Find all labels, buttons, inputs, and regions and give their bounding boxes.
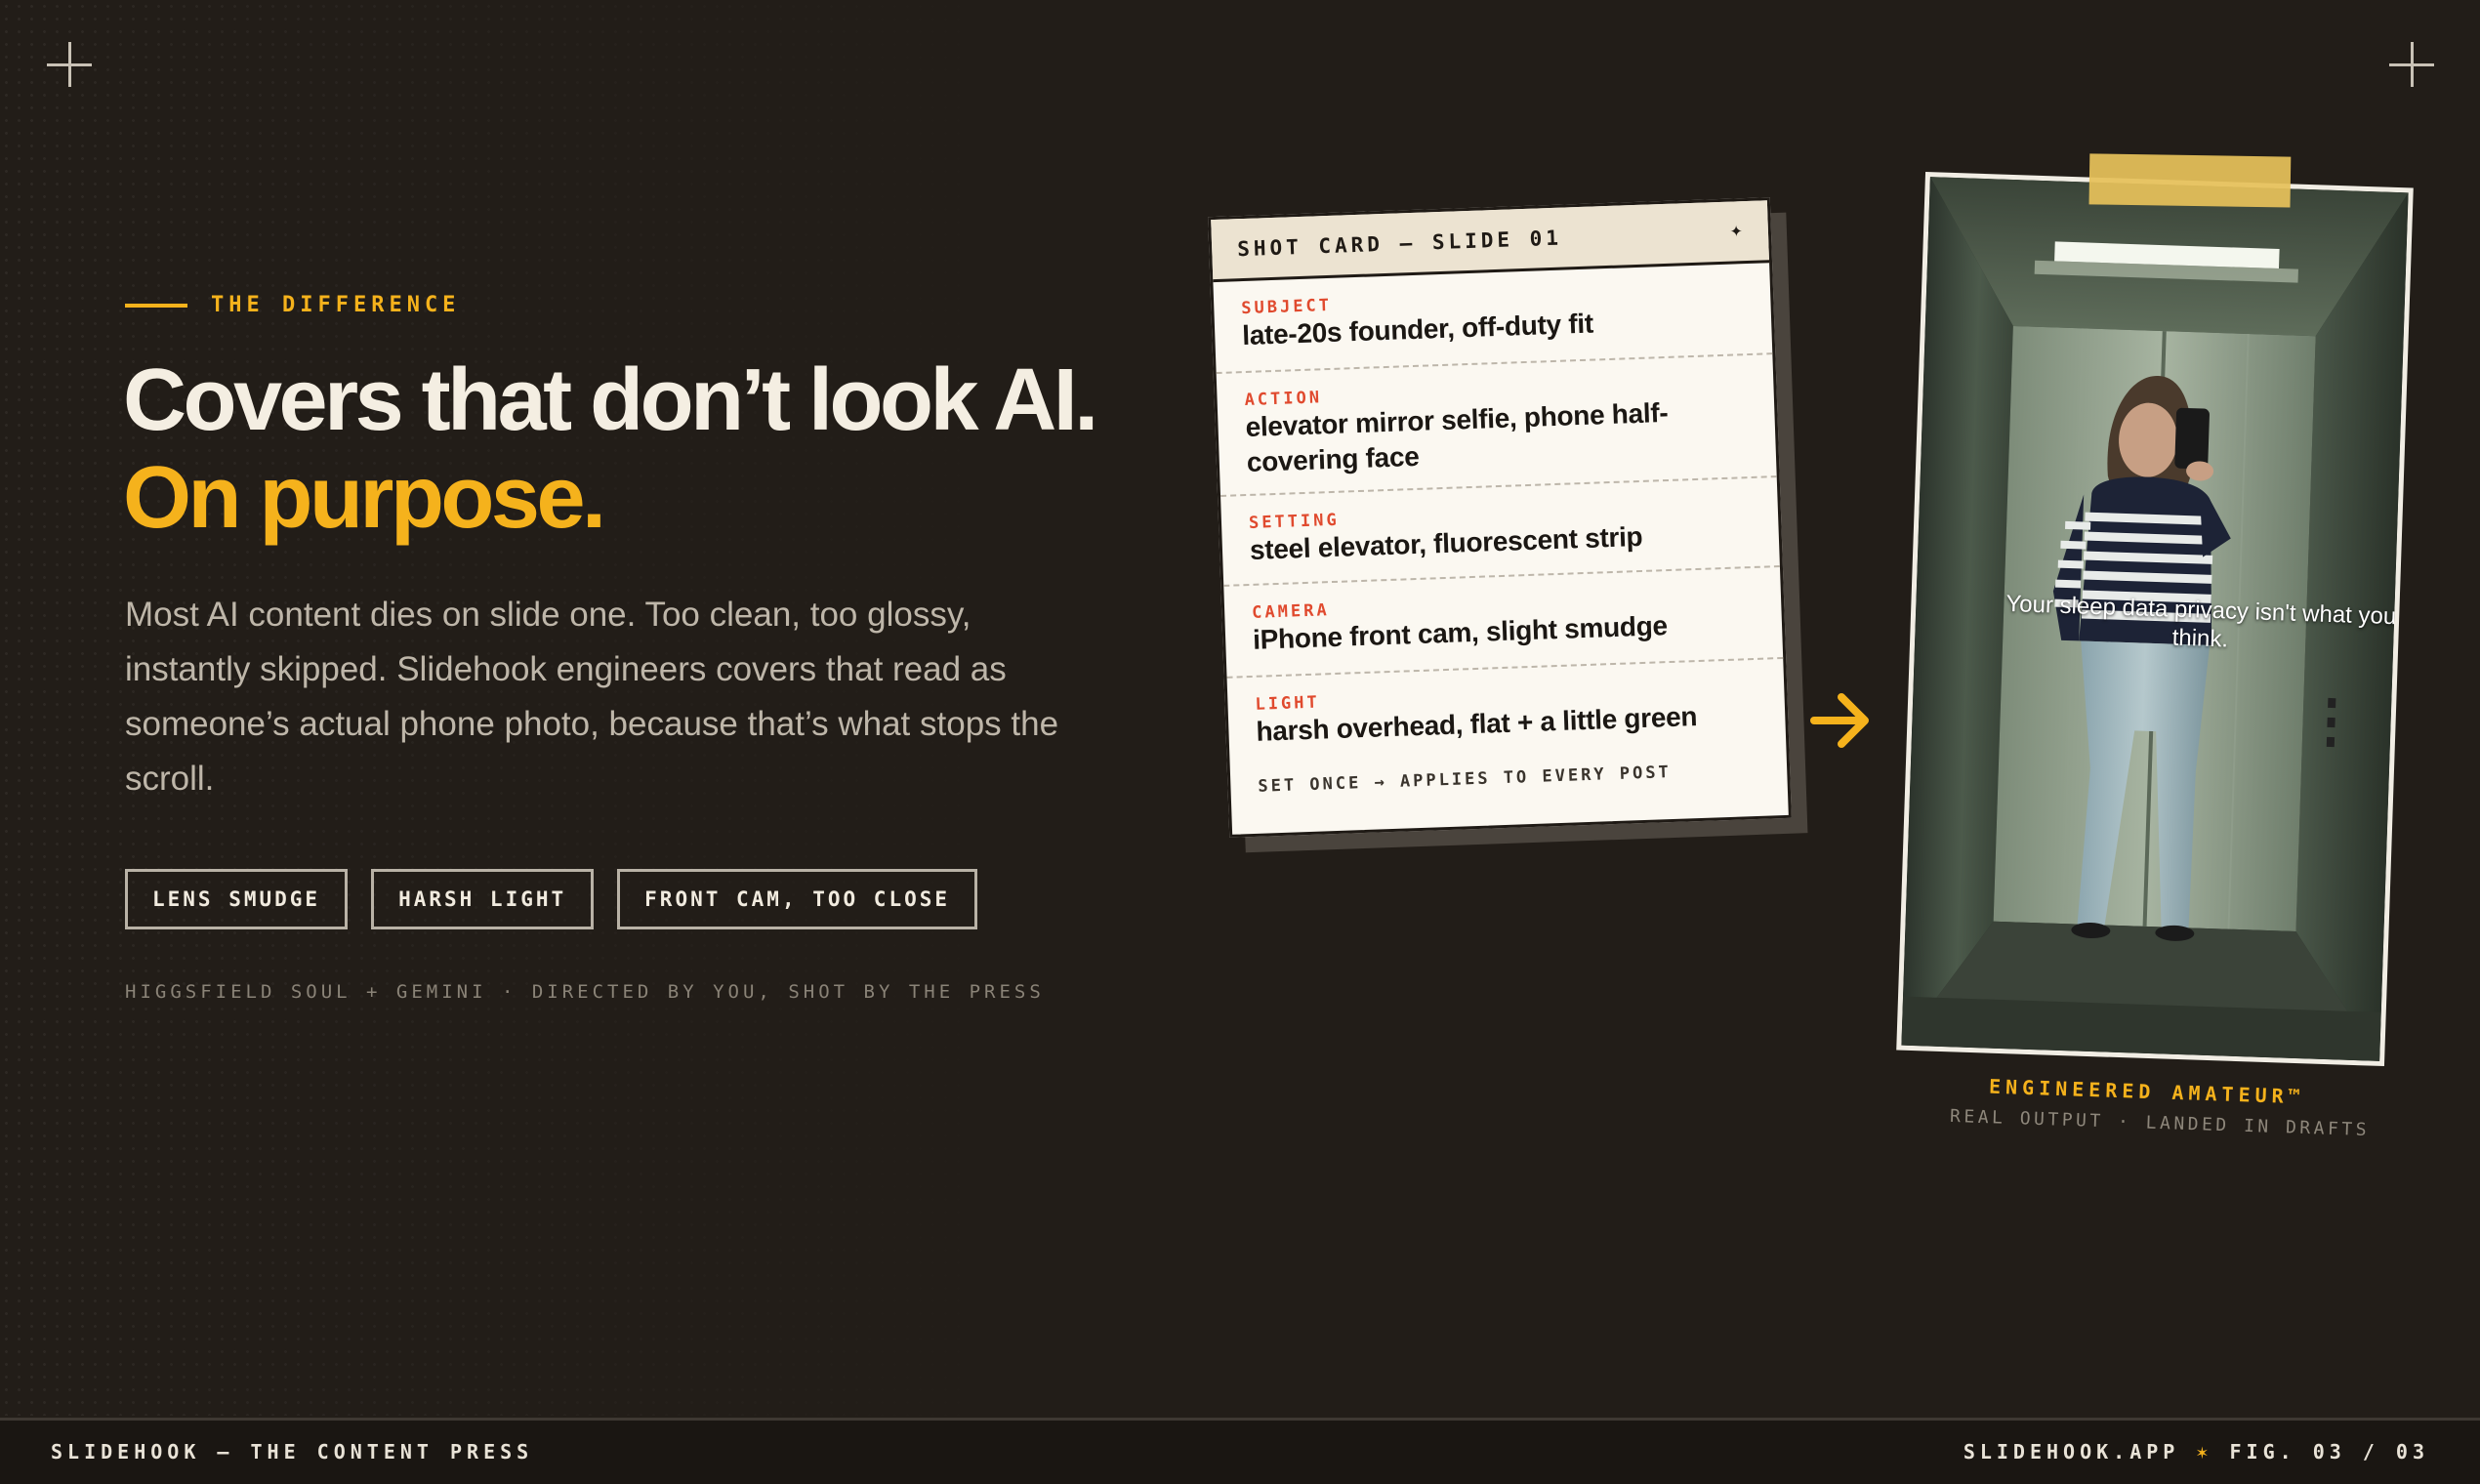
elevator-selfie-image: Your sleep data privacy isn't what you t… (1896, 171, 2414, 1067)
chip-lens-smudge: LENS SMUDGE (125, 869, 349, 929)
star-icon: ✦ (1729, 223, 1744, 241)
cover-photo: Your sleep data privacy isn't what you t… (1896, 153, 2414, 1067)
footer-brand: SLIDEHOOK — THE CONTENT PRESS (51, 1440, 534, 1463)
shot-card-paper: SHOT CARD — SLIDE 01 ✦ SUBJECT late-20s … (1208, 197, 1792, 838)
chip-front-cam: FRONT CAM, TOO CLOSE (617, 869, 978, 929)
body-copy: Most AI content dies on slide one. Too c… (125, 596, 1059, 798)
photo-caption-title: ENGINEERED AMATEUR™ (1988, 1074, 2306, 1109)
headline-line-2: On purpose. (123, 449, 606, 547)
photo-caption-subtitle: REAL OUTPUT · LANDED IN DRAFTS (1949, 1105, 2371, 1141)
chip-harsh-light: HARSH LIGHT (371, 869, 595, 929)
credits-line: HIGGSFIELD SOUL + GEMINI · DIRECTED BY Y… (125, 981, 1045, 1003)
eyebrow-rule (125, 303, 187, 308)
plus-icon (2389, 42, 2434, 87)
plus-icon (47, 42, 92, 87)
page-headline: Covers that don’t look AI. On purpose. (123, 351, 1098, 547)
page-footer: SLIDEHOOK — THE CONTENT PRESS SLIDEHOOK.… (0, 1418, 2480, 1484)
shot-card-title: SHOT CARD — SLIDE 01 (1236, 226, 1563, 261)
footer-site-link[interactable]: SLIDEHOOK.APP (1963, 1440, 2180, 1463)
star-icon: ✶ (2196, 1440, 2213, 1463)
section-eyebrow: THE DIFFERENCE (125, 293, 460, 317)
headline-line-1: Covers that don’t look AI. (123, 351, 1098, 449)
tape-strip (2088, 153, 2292, 208)
shot-card-row-light: LIGHT harsh overhead, flat + a little gr… (1227, 659, 1787, 776)
eyebrow-label: THE DIFFERENCE (211, 293, 461, 317)
arrow-right-icon (1810, 693, 1869, 748)
footer-figure-number: FIG. 03 / 03 (2229, 1440, 2429, 1463)
footer-meta: SLIDEHOOK.APP ✶ FIG. 03 / 03 (1963, 1440, 2429, 1463)
shot-card: SHOT CARD — SLIDE 01 ✦ SUBJECT late-20s … (1208, 197, 1808, 853)
shot-card-row-action: ACTION elevator mirror selfie, phone hal… (1216, 354, 1777, 497)
feature-chips: LENS SMUDGE HARSH LIGHT FRONT CAM, TOO C… (125, 869, 978, 929)
